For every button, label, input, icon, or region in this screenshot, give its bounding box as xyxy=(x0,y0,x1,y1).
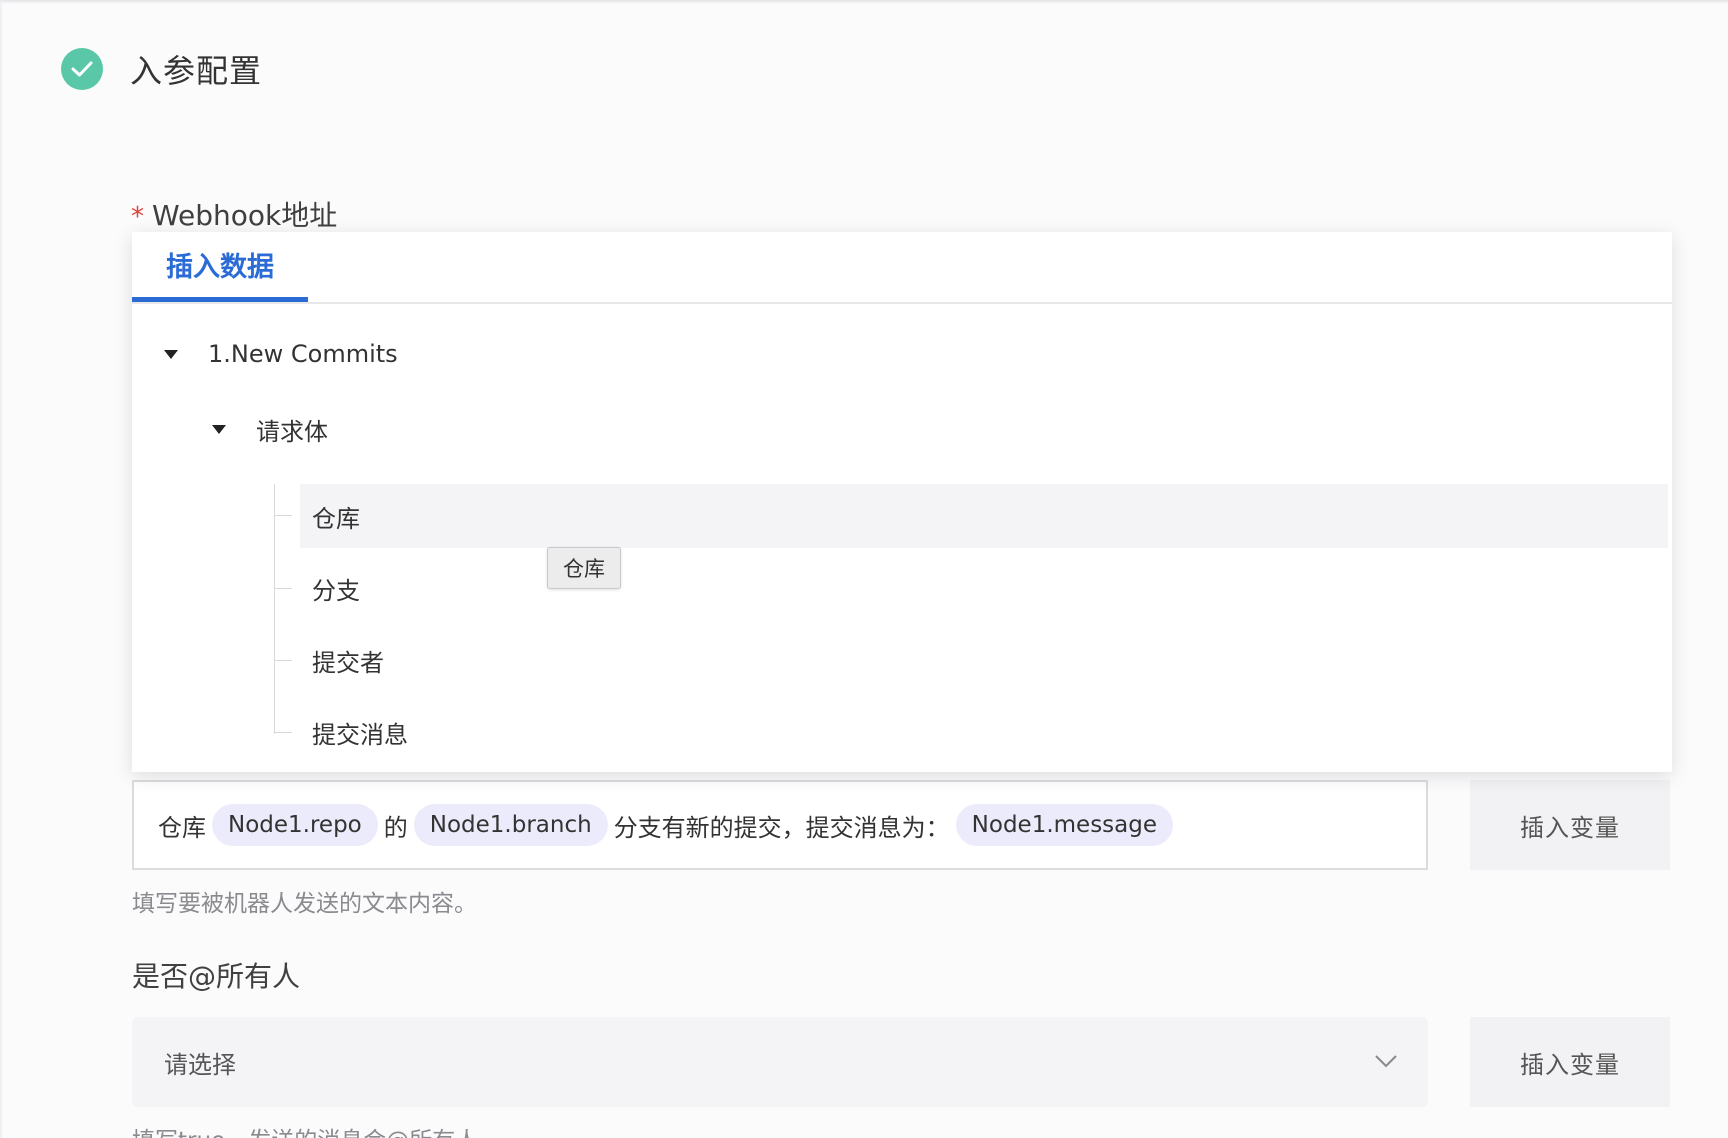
tree-guide-line xyxy=(274,484,275,734)
chevron-down-icon xyxy=(1374,1047,1398,1075)
message-hint: 填写要被机器人发送的文本内容。 xyxy=(132,891,477,917)
editor-text: 的 xyxy=(383,813,408,842)
tree-leaf-label: 提交者 xyxy=(312,648,384,677)
tree-leaf-label: 提交消息 xyxy=(312,720,408,749)
tree-group-label: 请求体 xyxy=(256,418,328,446)
variable-chip[interactable]: Node1.message xyxy=(955,804,1174,846)
webhook-label: * Webhook地址 xyxy=(131,194,337,234)
tree-node-request-body[interactable]: 请求体 xyxy=(212,412,328,447)
step-title: 入参配置 xyxy=(130,52,263,90)
panel-tabs: 插入数据 xyxy=(132,232,1672,304)
at-all-select[interactable]: 请选择 xyxy=(132,1017,1428,1107)
insert-variable-button-2[interactable]: 插入变量 xyxy=(1470,1017,1670,1107)
at-all-label: 是否@所有人 xyxy=(132,960,301,993)
tree-leaf-branch[interactable]: 分支 xyxy=(300,556,1668,620)
page: 入参配置 * Webhook地址 插入数据 1.New Commits 请求体 仓… xyxy=(0,0,1728,1138)
tree-leaf-repo[interactable]: 仓库 xyxy=(300,484,1668,548)
at-all-hint: 填写true，发送的消息会@所有人 xyxy=(132,1121,478,1138)
tooltip: 仓库 xyxy=(547,547,621,589)
left-edge xyxy=(0,0,3,1138)
caret-down-icon[interactable] xyxy=(212,425,226,434)
webhook-label-text: Webhook地址 xyxy=(152,199,338,232)
tree-branch-line xyxy=(274,732,292,733)
message-editor[interactable]: 仓库 Node1.repo 的 Node1.branch 分支有新的提交，提交消… xyxy=(132,780,1428,870)
tree-node-label: 1.New Commits xyxy=(208,340,398,368)
insert-variable-button[interactable]: 插入变量 xyxy=(1470,780,1670,870)
editor-text: 仓库 xyxy=(158,813,206,842)
tree-leaf-label: 分支 xyxy=(312,576,360,605)
required-mark: * xyxy=(131,202,144,232)
tree-leaf-message[interactable]: 提交消息 xyxy=(300,700,1668,764)
editor-text: 分支有新的提交，提交消息为： xyxy=(613,813,950,842)
caret-down-icon[interactable] xyxy=(164,349,178,359)
tab-insert-data[interactable]: 插入数据 xyxy=(132,232,308,302)
insert-data-panel: 插入数据 1.New Commits 请求体 仓库 分支 提交者 提交消息 xyxy=(132,232,1672,772)
tree-branch-line xyxy=(274,515,292,516)
select-placeholder: 请选择 xyxy=(164,1050,236,1079)
step-complete-icon xyxy=(61,48,103,90)
tree-node-new-commits[interactable]: 1.New Commits xyxy=(164,340,398,368)
tree-leaf-label: 仓库 xyxy=(312,504,360,533)
variable-chip[interactable]: Node1.repo xyxy=(212,804,378,846)
tree-branch-line xyxy=(274,660,292,661)
tree-leaf-committer[interactable]: 提交者 xyxy=(300,628,1668,692)
top-edge xyxy=(0,0,1728,4)
tree-branch-line xyxy=(274,588,292,589)
variable-chip[interactable]: Node1.branch xyxy=(413,804,608,846)
